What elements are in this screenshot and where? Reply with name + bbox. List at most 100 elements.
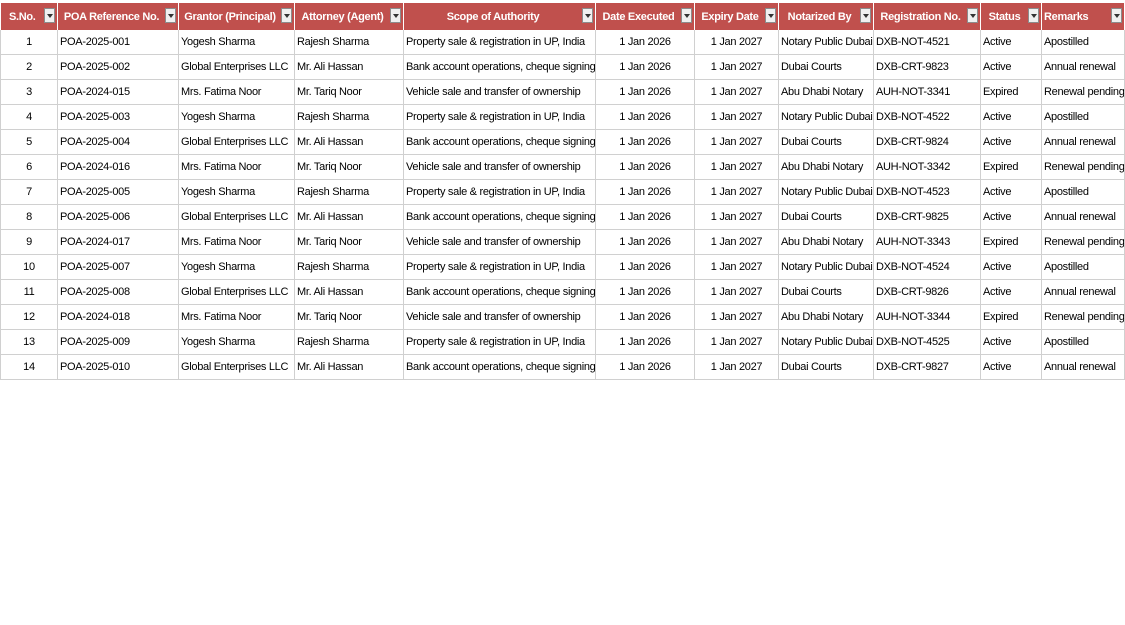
cell-s-no[interactable]: 1	[0, 30, 58, 55]
cell-s-no[interactable]: 9	[0, 229, 58, 255]
cell-poa-reference-no[interactable]: POA-2024-015	[57, 79, 179, 105]
cell-expiry-date[interactable]: 1 Jan 2027	[694, 254, 779, 280]
cell-date-executed[interactable]: 1 Jan 2026	[595, 179, 695, 205]
cell-date-executed[interactable]: 1 Jan 2026	[595, 79, 695, 105]
cell-expiry-date[interactable]: 1 Jan 2027	[694, 329, 779, 355]
cell-grantor-principal[interactable]: Global Enterprises LLC	[178, 54, 295, 80]
cell-poa-reference-no[interactable]: POA-2025-008	[57, 279, 179, 305]
cell-grantor-principal[interactable]: Yogesh Sharma	[178, 30, 295, 55]
cell-status[interactable]: Active	[980, 129, 1042, 155]
cell-registration-no[interactable]: DXB-CRT-9826	[873, 279, 981, 305]
cell-expiry-date[interactable]: 1 Jan 2027	[694, 279, 779, 305]
cell-notarized-by[interactable]: Dubai Courts	[778, 54, 874, 80]
cell-grantor-principal[interactable]: Mrs. Fatima Noor	[178, 154, 295, 180]
cell-scope-of-authority[interactable]: Vehicle sale and transfer of ownership	[403, 154, 596, 180]
cell-notarized-by[interactable]: Notary Public Dubai	[778, 254, 874, 280]
cell-s-no[interactable]: 12	[0, 304, 58, 330]
cell-grantor-principal[interactable]: Global Enterprises LLC	[178, 279, 295, 305]
cell-s-no[interactable]: 7	[0, 179, 58, 205]
cell-attorney-agent[interactable]: Mr. Ali Hassan	[294, 129, 404, 155]
cell-s-no[interactable]: 13	[0, 329, 58, 355]
cell-notarized-by[interactable]: Notary Public Dubai	[778, 179, 874, 205]
cell-poa-reference-no[interactable]: POA-2025-001	[57, 30, 179, 55]
cell-attorney-agent[interactable]: Mr. Ali Hassan	[294, 279, 404, 305]
cell-attorney-agent[interactable]: Mr. Tariq Noor	[294, 154, 404, 180]
cell-registration-no[interactable]: DXB-NOT-4521	[873, 30, 981, 55]
cell-poa-reference-no[interactable]: POA-2025-002	[57, 54, 179, 80]
cell-status[interactable]: Active	[980, 204, 1042, 230]
cell-poa-reference-no[interactable]: POA-2025-010	[57, 354, 179, 380]
cell-expiry-date[interactable]: 1 Jan 2027	[694, 204, 779, 230]
cell-date-executed[interactable]: 1 Jan 2026	[595, 304, 695, 330]
cell-date-executed[interactable]: 1 Jan 2026	[595, 329, 695, 355]
cell-attorney-agent[interactable]: Mr. Tariq Noor	[294, 304, 404, 330]
cell-registration-no[interactable]: DXB-CRT-9824	[873, 129, 981, 155]
cell-notarized-by[interactable]: Notary Public Dubai	[778, 329, 874, 355]
cell-date-executed[interactable]: 1 Jan 2026	[595, 204, 695, 230]
cell-registration-no[interactable]: DXB-NOT-4524	[873, 254, 981, 280]
cell-registration-no[interactable]: DXB-NOT-4525	[873, 329, 981, 355]
cell-attorney-agent[interactable]: Mr. Tariq Noor	[294, 79, 404, 105]
filter-dropdown-icon[interactable]	[967, 8, 978, 23]
cell-attorney-agent[interactable]: Mr. Ali Hassan	[294, 354, 404, 380]
cell-poa-reference-no[interactable]: POA-2024-016	[57, 154, 179, 180]
cell-remarks[interactable]: Annual renewal	[1041, 129, 1125, 155]
cell-status[interactable]: Active	[980, 329, 1042, 355]
cell-s-no[interactable]: 6	[0, 154, 58, 180]
cell-date-executed[interactable]: 1 Jan 2026	[595, 254, 695, 280]
cell-status[interactable]: Active	[980, 254, 1042, 280]
cell-date-executed[interactable]: 1 Jan 2026	[595, 129, 695, 155]
cell-notarized-by[interactable]: Abu Dhabi Notary	[778, 229, 874, 255]
filter-dropdown-icon[interactable]	[390, 8, 401, 23]
cell-status[interactable]: Active	[980, 279, 1042, 305]
cell-expiry-date[interactable]: 1 Jan 2027	[694, 79, 779, 105]
cell-status[interactable]: Active	[980, 104, 1042, 130]
cell-poa-reference-no[interactable]: POA-2025-009	[57, 329, 179, 355]
cell-grantor-principal[interactable]: Yogesh Sharma	[178, 104, 295, 130]
cell-s-no[interactable]: 4	[0, 104, 58, 130]
cell-date-executed[interactable]: 1 Jan 2026	[595, 229, 695, 255]
cell-grantor-principal[interactable]: Global Enterprises LLC	[178, 204, 295, 230]
cell-remarks[interactable]: Renewal pending	[1041, 229, 1125, 255]
cell-attorney-agent[interactable]: Rajesh Sharma	[294, 179, 404, 205]
cell-scope-of-authority[interactable]: Property sale & registration in UP, Indi…	[403, 179, 596, 205]
cell-scope-of-authority[interactable]: Property sale & registration in UP, Indi…	[403, 30, 596, 55]
cell-remarks[interactable]: Renewal pending	[1041, 304, 1125, 330]
cell-expiry-date[interactable]: 1 Jan 2027	[694, 129, 779, 155]
cell-expiry-date[interactable]: 1 Jan 2027	[694, 154, 779, 180]
cell-remarks[interactable]: Apostilled	[1041, 179, 1125, 205]
cell-scope-of-authority[interactable]: Property sale & registration in UP, Indi…	[403, 104, 596, 130]
cell-registration-no[interactable]: AUH-NOT-3343	[873, 229, 981, 255]
cell-grantor-principal[interactable]: Yogesh Sharma	[178, 254, 295, 280]
cell-attorney-agent[interactable]: Mr. Tariq Noor	[294, 229, 404, 255]
cell-notarized-by[interactable]: Abu Dhabi Notary	[778, 154, 874, 180]
cell-poa-reference-no[interactable]: POA-2025-005	[57, 179, 179, 205]
cell-registration-no[interactable]: AUH-NOT-3342	[873, 154, 981, 180]
cell-notarized-by[interactable]: Dubai Courts	[778, 129, 874, 155]
cell-scope-of-authority[interactable]: Bank account operations, cheque signing	[403, 54, 596, 80]
cell-expiry-date[interactable]: 1 Jan 2027	[694, 54, 779, 80]
cell-registration-no[interactable]: DXB-CRT-9827	[873, 354, 981, 380]
filter-dropdown-icon[interactable]	[765, 8, 776, 23]
cell-attorney-agent[interactable]: Mr. Ali Hassan	[294, 54, 404, 80]
cell-remarks[interactable]: Apostilled	[1041, 30, 1125, 55]
cell-status[interactable]: Active	[980, 179, 1042, 205]
cell-s-no[interactable]: 10	[0, 254, 58, 280]
cell-attorney-agent[interactable]: Mr. Ali Hassan	[294, 204, 404, 230]
cell-expiry-date[interactable]: 1 Jan 2027	[694, 30, 779, 55]
cell-scope-of-authority[interactable]: Vehicle sale and transfer of ownership	[403, 304, 596, 330]
cell-grantor-principal[interactable]: Yogesh Sharma	[178, 329, 295, 355]
cell-date-executed[interactable]: 1 Jan 2026	[595, 279, 695, 305]
filter-dropdown-icon[interactable]	[1028, 8, 1039, 23]
cell-poa-reference-no[interactable]: POA-2024-017	[57, 229, 179, 255]
cell-registration-no[interactable]: AUH-NOT-3341	[873, 79, 981, 105]
cell-status[interactable]: Expired	[980, 229, 1042, 255]
cell-s-no[interactable]: 8	[0, 204, 58, 230]
filter-dropdown-icon[interactable]	[281, 8, 292, 23]
cell-notarized-by[interactable]: Notary Public Dubai	[778, 30, 874, 55]
cell-remarks[interactable]: Annual renewal	[1041, 354, 1125, 380]
cell-scope-of-authority[interactable]: Bank account operations, cheque signing	[403, 354, 596, 380]
filter-dropdown-icon[interactable]	[582, 8, 593, 23]
cell-attorney-agent[interactable]: Rajesh Sharma	[294, 254, 404, 280]
cell-s-no[interactable]: 2	[0, 54, 58, 80]
